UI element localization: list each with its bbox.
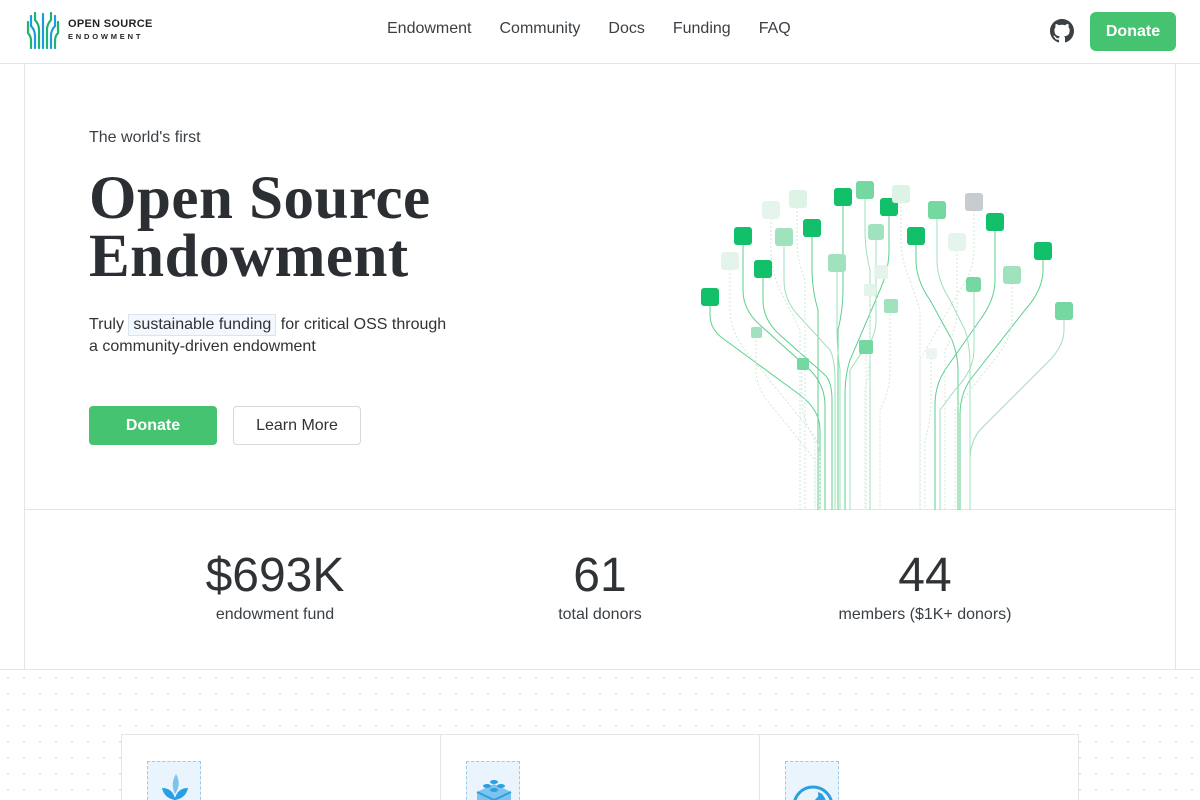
feature-card: [122, 735, 441, 800]
hero-subtitle: Truly sustainable funding for critical O…: [89, 314, 449, 358]
stat-value: 44: [898, 549, 952, 602]
lego-brick-icon: [466, 761, 520, 800]
hero-subtitle-pre: Truly: [89, 316, 124, 333]
learn-more-button[interactable]: Learn More: [233, 406, 361, 445]
github-icon[interactable]: [1050, 19, 1074, 43]
logo[interactable]: OPEN SOURCE ENDOWMENT: [26, 10, 153, 50]
hero-title-line-2: Endowment: [89, 223, 409, 290]
main-nav: Endowment Community Docs Funding FAQ: [387, 20, 791, 38]
hero-subtitle-highlight: sustainable funding: [128, 314, 277, 336]
site-header: OPEN SOURCE ENDOWMENT Endowment Communit…: [0, 0, 1200, 64]
stat-endowment-fund: $693K endowment fund: [125, 548, 425, 624]
nav-item-faq[interactable]: FAQ: [759, 20, 791, 38]
logo-subtitle: ENDOWMENT: [68, 32, 144, 42]
hero-title-line-1: Open Source: [89, 165, 431, 232]
hero-donate-button[interactable]: Donate: [89, 406, 217, 445]
stat-label: endowment fund: [215, 606, 335, 623]
stat-value: 61: [573, 549, 627, 602]
feature-card: [441, 735, 760, 800]
feature-card: [760, 735, 1078, 800]
nav-item-endowment[interactable]: Endowment: [387, 20, 472, 38]
endowment-logo-icon: [26, 11, 60, 50]
stat-members: 44 members ($1K+ donors): [775, 548, 1075, 624]
sprout-icon: [147, 761, 201, 800]
hero-eyebrow: The world's first: [89, 129, 201, 146]
gauge-icon: [785, 761, 839, 800]
stat-value: $693K: [205, 549, 345, 602]
logo-title: OPEN SOURCE: [68, 18, 153, 31]
stat-total-donors: 61 total donors: [450, 548, 750, 624]
nav-item-funding[interactable]: Funding: [673, 20, 731, 38]
frame-border-left: [24, 64, 25, 670]
hero-title: Open Source Endowment: [89, 168, 431, 287]
stat-label: total donors: [558, 606, 642, 623]
tree-illustration: [701, 181, 1073, 510]
nav-item-docs[interactable]: Docs: [608, 20, 644, 38]
feature-cards: [121, 734, 1079, 800]
frame-border-right: [1175, 64, 1176, 670]
stat-label: members ($1K+ donors): [838, 606, 1012, 623]
nav-item-community[interactable]: Community: [500, 20, 581, 38]
header-donate-button[interactable]: Donate: [1090, 12, 1176, 51]
